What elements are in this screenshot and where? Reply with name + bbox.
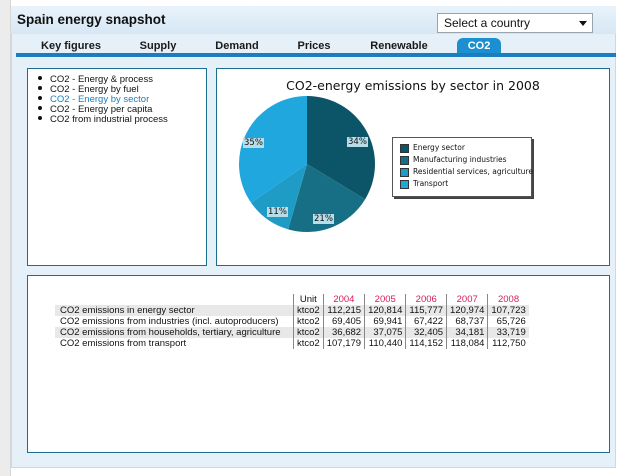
table-header-year: 2005 <box>364 294 406 305</box>
row-value: 120,814 <box>364 305 406 316</box>
row-value: 112,750 <box>487 338 529 349</box>
row-label: CO2 emissions from industries (incl. aut… <box>60 316 279 327</box>
row-value: 67,422 <box>405 316 447 327</box>
table-header-unit: Unit <box>293 294 324 305</box>
table-header-blank <box>55 294 294 305</box>
chevron-down-icon[interactable] <box>579 21 587 26</box>
row-value: 115,777 <box>405 305 447 316</box>
row-unit: ktco2 <box>293 316 324 327</box>
bullet-icon <box>38 76 42 81</box>
bullet-icon <box>38 106 42 111</box>
table-header-year: 2004 <box>322 294 365 305</box>
row-value: 32,405 <box>405 327 447 338</box>
legend-item-energy: Energy sector <box>400 143 465 153</box>
bullet-icon <box>38 86 42 91</box>
chart-legend: Energy sector Manufacturing industries R… <box>392 137 533 197</box>
row-label: CO2 emissions from transport <box>60 338 187 349</box>
row-value: 33,719 <box>487 327 529 338</box>
row-unit: ktco2 <box>293 338 324 349</box>
tab-bar: Key figures Supply Demand Prices Renewab… <box>11 38 616 54</box>
table-header-year: 2008 <box>487 294 529 305</box>
row-value: 34,181 <box>446 327 488 338</box>
row-value: 107,179 <box>322 338 365 349</box>
table-header-year: 2007 <box>446 294 488 305</box>
legend-swatch <box>400 179 409 189</box>
sidebar-menu: CO2 - Energy & process CO2 - Energy by f… <box>27 68 207 266</box>
tab-demand[interactable]: Demand <box>209 38 265 54</box>
chart-panel: CO2-energy emissions by sector in 2008 E… <box>216 68 610 266</box>
table-row: CO2 emissions in energy sector ktco2 112… <box>55 305 529 316</box>
table-row: CO2 emissions from transport ktco2 107,1… <box>55 338 529 349</box>
row-value: 120,974 <box>446 305 488 316</box>
tab-supply[interactable]: Supply <box>133 38 183 54</box>
legend-swatch <box>400 167 409 177</box>
country-select-label: Select a country <box>444 16 531 30</box>
tab-key-figures[interactable]: Key figures <box>31 38 111 54</box>
row-value: 114,152 <box>405 338 447 349</box>
row-value: 36,682 <box>322 327 365 338</box>
tab-prices[interactable]: Prices <box>289 38 339 54</box>
tab-renewable[interactable]: Renewable <box>363 38 435 54</box>
sidebar-item-label: CO2 from industrial process <box>50 114 168 125</box>
row-value: 118,084 <box>446 338 488 349</box>
legend-label: Transport <box>413 179 449 188</box>
left-side-strip <box>0 0 11 476</box>
row-unit: ktco2 <box>293 327 324 338</box>
table-row: CO2 emissions from households, tertiary,… <box>55 327 529 338</box>
row-value: 110,440 <box>364 338 406 349</box>
legend-item-transport: Transport <box>400 179 448 189</box>
pie-label-transport: 35% <box>243 138 264 148</box>
row-value: 69,941 <box>364 316 406 327</box>
legend-label: Manufacturing industries <box>413 155 507 164</box>
emissions-table-panel: Unit 2004 2005 2006 2007 2008 CO2 emissi… <box>27 275 610 453</box>
table-header-year: 2006 <box>405 294 447 305</box>
row-value: 37,075 <box>364 327 406 338</box>
pie-label-residential: 11% <box>267 207 288 217</box>
table-row: CO2 emissions from industries (incl. aut… <box>55 316 529 327</box>
row-label: CO2 emissions in energy sector <box>55 305 294 316</box>
legend-item-manufacturing: Manufacturing industries <box>400 155 507 165</box>
pie-label-energy: 34% <box>347 137 368 147</box>
bullet-icon <box>38 116 42 121</box>
row-value: 112,215 <box>322 305 365 316</box>
legend-item-residential: Residential services, agriculture <box>400 167 533 177</box>
legend-swatch <box>400 155 409 165</box>
legend-label: Residential services, agriculture <box>413 167 533 176</box>
tab-co2[interactable]: CO2 <box>457 38 501 54</box>
row-value: 65,726 <box>487 316 529 327</box>
sidebar-item-industrial-process[interactable]: CO2 from industrial process <box>38 115 168 125</box>
emissions-table: Unit 2004 2005 2006 2007 2008 CO2 emissi… <box>55 294 529 349</box>
pie-label-manufacturing: 21% <box>313 214 334 224</box>
row-unit: ktco2 <box>293 305 324 316</box>
page-title: Spain energy snapshot <box>17 12 166 27</box>
row-value: 107,723 <box>487 305 529 316</box>
row-value: 68,737 <box>446 316 488 327</box>
legend-label: Energy sector <box>413 143 465 152</box>
row-value: 69,405 <box>322 316 365 327</box>
table-header-row: Unit 2004 2005 2006 2007 2008 <box>55 294 529 305</box>
legend-swatch <box>400 143 409 153</box>
bullet-icon <box>38 96 42 101</box>
row-label: CO2 emissions from households, tertiary,… <box>55 327 294 338</box>
tab-underline <box>16 53 616 57</box>
country-select[interactable]: Select a country <box>437 13 593 33</box>
